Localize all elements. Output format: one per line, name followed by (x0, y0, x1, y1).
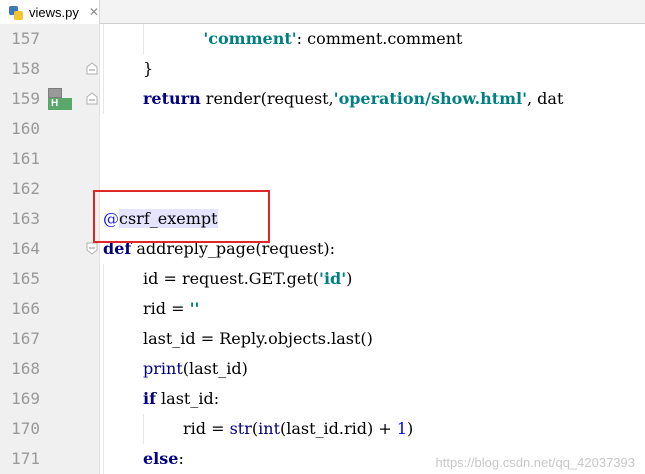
code-text: else: (103, 444, 184, 474)
token: (last_id.rid) + (280, 419, 397, 438)
code-text: 'comment': comment.comment (103, 24, 462, 54)
indent-guide (143, 24, 183, 54)
tab-views-py[interactable]: views.py ✕ (0, 0, 100, 24)
indent-guide (103, 84, 143, 114)
code-line[interactable]: 160 (0, 114, 645, 144)
line-number: 160 (11, 119, 40, 138)
token-bi: print (143, 359, 183, 378)
fold-icon[interactable] (86, 92, 98, 105)
line-number: 158 (11, 59, 40, 78)
token-kw: else (143, 449, 179, 468)
token: ) (407, 419, 414, 438)
line-number: 161 (11, 149, 40, 168)
line-number: 159 (11, 89, 40, 108)
code-text: rid = str(int(last_id.rid) + 1) (103, 414, 413, 444)
annotation-highlight-box (93, 190, 270, 243)
code-line[interactable]: 168 print(last_id) (0, 354, 645, 384)
token: rid = (143, 299, 190, 318)
code-line[interactable]: 165 id = request.GET.get('id') (0, 264, 645, 294)
code-text: if last_id: (103, 384, 219, 414)
token: ) (346, 269, 353, 288)
token-kw: if (143, 389, 156, 408)
indent-guide (103, 24, 143, 54)
indent-guide (103, 264, 143, 294)
token: id = request.GET.get( (143, 269, 320, 288)
line-number: 166 (11, 299, 40, 318)
indent-guide (103, 54, 143, 84)
token-str: '' (189, 299, 200, 318)
code-line[interactable]: 166 rid = '' (0, 294, 645, 324)
token: (last_id) (182, 359, 248, 378)
line-number: 163 (11, 209, 40, 228)
tab-label: views.py (29, 4, 79, 20)
indent-guide (103, 384, 143, 414)
python-file-icon (8, 4, 24, 20)
token-num: 1 (396, 419, 407, 438)
code-text: } (103, 54, 153, 84)
line-number: 162 (11, 179, 40, 198)
indent-guide (103, 354, 143, 384)
line-number: 169 (11, 389, 40, 408)
bookmark-icon[interactable]: H (48, 88, 72, 110)
code-line[interactable]: 157 'comment': comment.comment (0, 24, 645, 54)
code-line[interactable]: 169 if last_id: (0, 384, 645, 414)
line-number: 165 (11, 269, 40, 288)
code-text: last_id = Reply.objects.last() (103, 324, 373, 354)
line-number: 170 (11, 419, 40, 438)
token: render(request, (200, 89, 334, 108)
token: } (143, 59, 154, 78)
watermark: https://blog.csdn.net/qq_42037393 (435, 455, 636, 470)
token-str: 'comment' (203, 29, 297, 48)
code-text: print(last_id) (103, 354, 248, 384)
code-text: rid = '' (103, 294, 199, 324)
line-number: 157 (11, 29, 40, 48)
line-number: 171 (11, 449, 40, 468)
code-text: id = request.GET.get('id') (103, 264, 352, 294)
token: last_id: (155, 389, 220, 408)
token-str: 'id' (319, 269, 347, 288)
code-text: return render(request,'operation/show.ht… (103, 84, 563, 114)
token-bi: int (258, 419, 280, 438)
token-kw: return (143, 89, 201, 108)
fold-icon[interactable] (86, 242, 98, 255)
token: rid = (183, 419, 230, 438)
token: last_id = Reply.objects.last() (143, 329, 373, 348)
code-line[interactable]: 159 return render(request,'operation/show… (0, 84, 645, 114)
indent-guide (143, 414, 183, 444)
bookmark-label: H (48, 98, 72, 110)
indent-guide (103, 444, 143, 474)
indent-guide (103, 414, 143, 444)
line-number: 168 (11, 359, 40, 378)
code-line[interactable]: 170 rid = str(int(last_id.rid) + 1) (0, 414, 645, 444)
code-line[interactable]: 167 last_id = Reply.objects.last() (0, 324, 645, 354)
token: : (178, 449, 184, 468)
token-bi: str (229, 419, 252, 438)
token: : comment.comment (296, 29, 463, 48)
line-number: 164 (11, 239, 40, 258)
token: , dat (527, 89, 564, 108)
token-str: 'operation/show.html' (333, 89, 527, 108)
close-icon[interactable]: ✕ (89, 5, 99, 19)
indent-guide (103, 294, 143, 324)
fold-icon[interactable] (86, 62, 98, 75)
code-line[interactable]: 158} (0, 54, 645, 84)
code-line[interactable]: 161 (0, 144, 645, 174)
line-number: 167 (11, 329, 40, 348)
code-editor[interactable]: 157 'comment': comment.comment 158} 159 ret… (0, 24, 645, 474)
editor-tab-bar: views.py ✕ (0, 0, 645, 24)
indent-guide (103, 324, 143, 354)
